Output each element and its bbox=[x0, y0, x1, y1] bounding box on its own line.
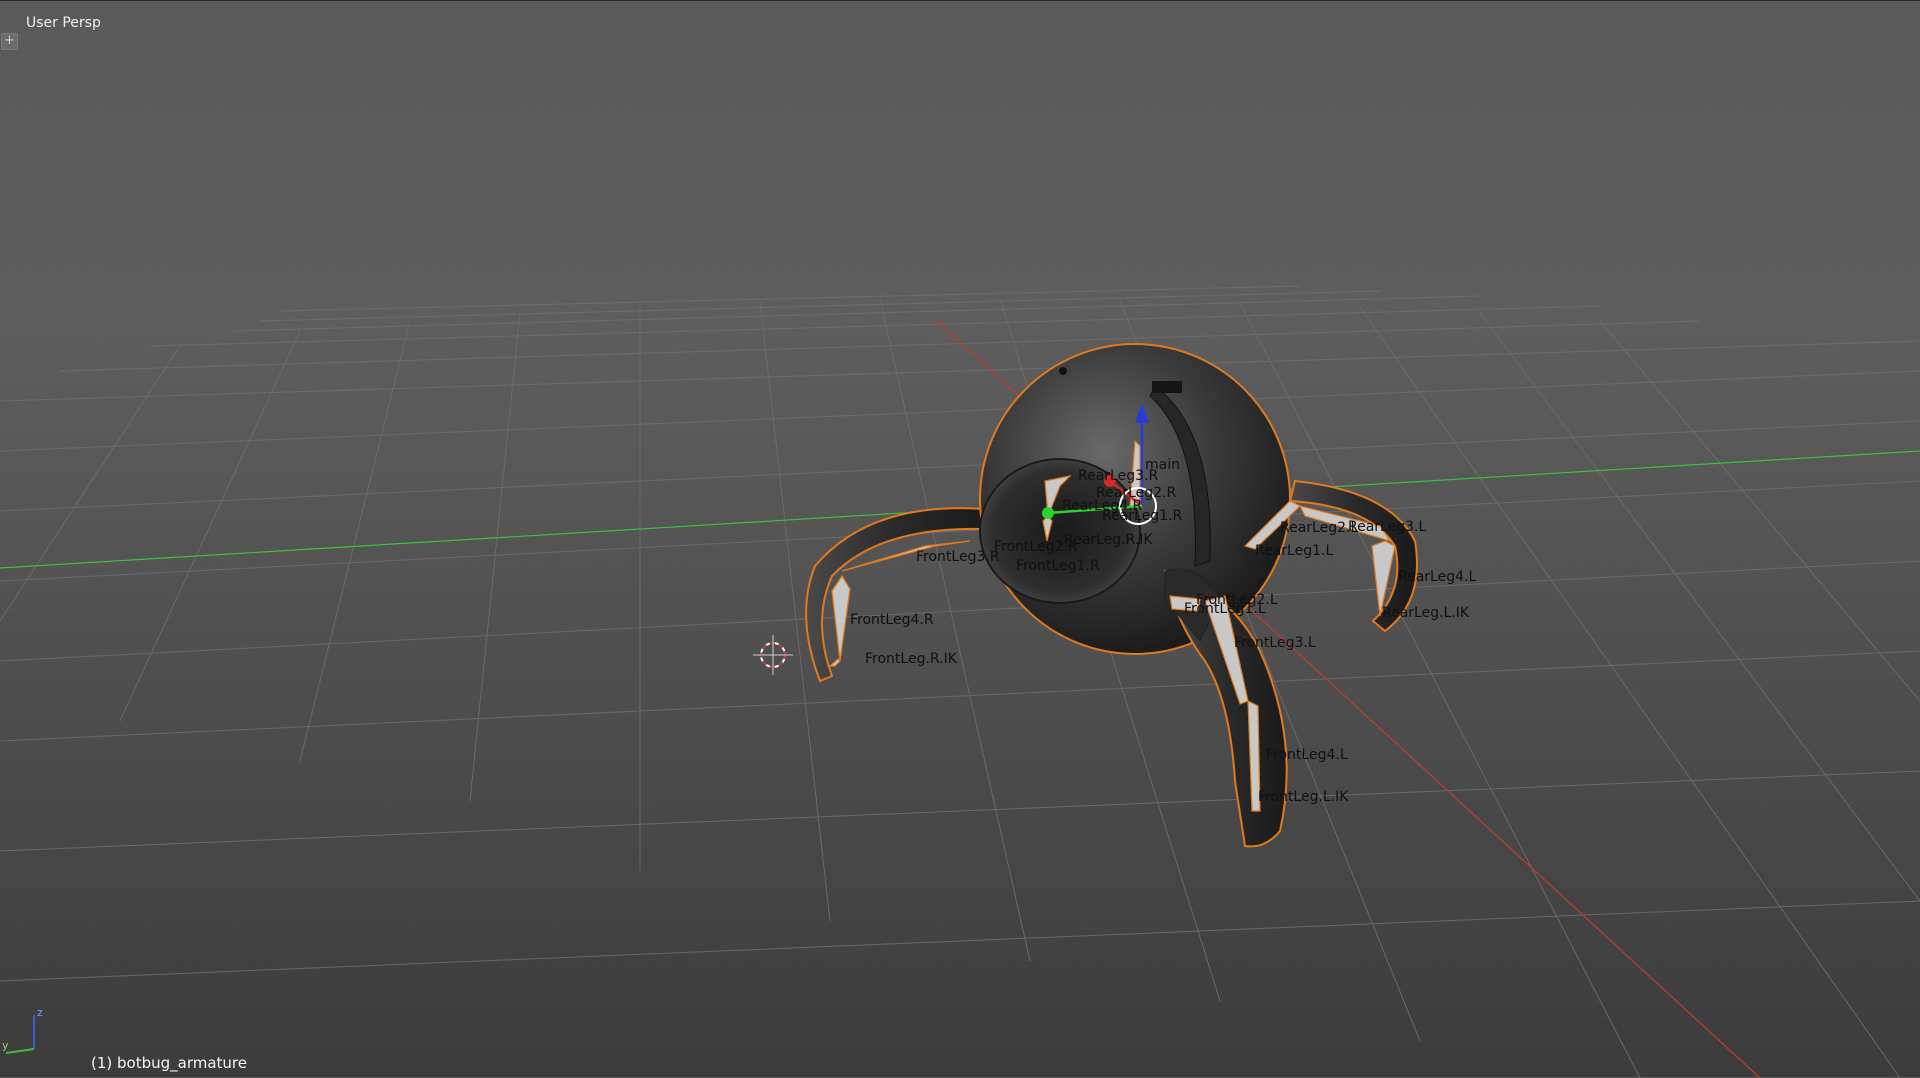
floor-grid bbox=[0, 285, 1920, 1078]
bone-label-frontleg1-l: FrontLeg1.L bbox=[1184, 601, 1266, 617]
bone-label-rearleg4-l: RearLeg4.L bbox=[1398, 569, 1476, 585]
bone-label-frontleg2-r: FrontLeg2.R bbox=[994, 539, 1078, 555]
axis-orientation-gizmo: z y bbox=[2, 1006, 43, 1054]
view-perspective-label: User Persp bbox=[26, 15, 101, 31]
bone-label-rearleg-l-ik: RearLeg.L.IK bbox=[1382, 605, 1470, 621]
bone-label-rearleg2-l: RearLeg2.L bbox=[1280, 520, 1358, 536]
gizmo-y-label: y bbox=[2, 1039, 9, 1052]
gizmo-z-label: z bbox=[37, 1006, 43, 1019]
bone-label-frontleg3-l: FrontLeg3.L bbox=[1234, 635, 1316, 651]
bone-label-rearleg1-l: RearLeg1.L bbox=[1255, 543, 1333, 559]
bone-label-frontleg-r-ik: FrontLeg.R.IK bbox=[865, 651, 958, 667]
bone-label-frontleg3-r: FrontLeg3.R bbox=[916, 549, 1000, 565]
bone-label-rearleg1-r: RearLeg1.R bbox=[1102, 508, 1182, 524]
bone-label-frontleg4-r: FrontLeg4.R bbox=[850, 612, 934, 628]
3d-cursor[interactable] bbox=[753, 635, 793, 675]
bone-label-rearleg3-r: RearLeg3.R bbox=[1078, 468, 1158, 484]
active-object-name: (1) botbug_armature bbox=[91, 1054, 247, 1072]
bone-label-rearleg3-l: RearLeg3.L bbox=[1348, 519, 1426, 535]
3d-viewport[interactable]: main RearLeg3.R RearLeg2.R RearLeg4.R Re… bbox=[0, 0, 1920, 1078]
bone-label-frontleg1-r: FrontLeg1.R bbox=[1016, 558, 1100, 574]
toolshelf-toggle-button[interactable]: + bbox=[1, 33, 18, 50]
scene-canvas[interactable]: main RearLeg3.R RearLeg2.R RearLeg4.R Re… bbox=[0, 1, 1920, 1078]
bone-label-frontleg-l-ik: FrontLeg.L.IK bbox=[1258, 789, 1349, 805]
bone-label-frontleg4-l: FrontLeg4.L bbox=[1266, 747, 1348, 763]
